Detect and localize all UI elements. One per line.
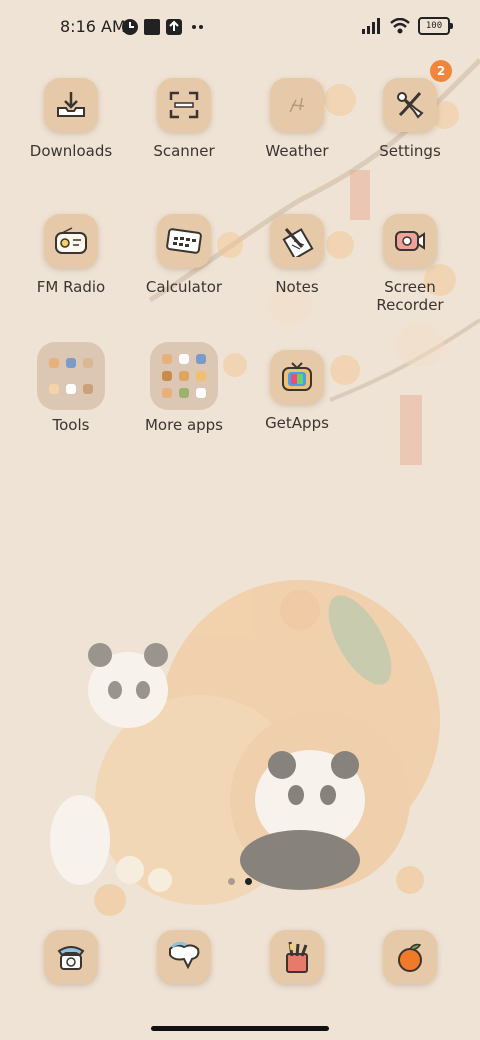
status-bar: 8:16 AM 100 (0, 0, 480, 56)
app-fm-radio[interactable]: FM Radio (15, 214, 127, 296)
orange-fruit-icon (383, 930, 437, 984)
folder-icon (37, 342, 105, 410)
folder-tools[interactable]: Tools (15, 342, 127, 434)
scan-frame-icon (157, 78, 211, 132)
app-scanner[interactable]: Scanner (128, 78, 240, 160)
notes-pen-icon (270, 214, 324, 268)
app-label: Scanner (153, 142, 215, 160)
battery-icon: 100 (418, 17, 453, 35)
app-getapps[interactable]: GetApps (241, 350, 353, 432)
app-label: Calculator (145, 278, 223, 296)
folder-more-apps[interactable]: More apps (128, 342, 240, 434)
page-dot[interactable] (228, 878, 235, 885)
dock-orange[interactable] (354, 930, 466, 984)
app-screen-recorder[interactable]: Screen Recorder (354, 214, 466, 314)
notification-badge: 2 (430, 60, 452, 82)
messages-icon (157, 930, 211, 984)
folder-label: More apps (144, 416, 223, 434)
app-label: GetApps (265, 414, 329, 432)
radio-icon (44, 214, 98, 268)
app-label: Downloads (29, 142, 113, 160)
more-dots-icon (192, 25, 203, 29)
square-notification-icon (144, 19, 160, 35)
signal-icon (362, 18, 380, 34)
app-calculator[interactable]: Calculator (128, 214, 240, 296)
status-time: 8:16 AM (60, 17, 126, 36)
pencil-cup-icon (270, 930, 324, 984)
app-downloads[interactable]: Downloads (15, 78, 127, 160)
dock-pencil-cup[interactable] (241, 930, 353, 984)
wifi-icon (390, 18, 410, 34)
gesture-navigation-bar[interactable] (151, 1026, 329, 1031)
dock-messages[interactable] (128, 930, 240, 984)
app-label: Notes (275, 278, 319, 296)
page-dot-active[interactable] (245, 878, 252, 885)
dock-phone[interactable] (15, 930, 127, 984)
calculator-icon (157, 214, 211, 268)
folder-label: Tools (52, 416, 90, 434)
getapps-tv-icon (270, 350, 324, 404)
app-notes[interactable]: Notes (241, 214, 353, 296)
app-label: Settings (379, 142, 441, 160)
app-weather[interactable]: Weather (241, 78, 353, 160)
wrench-tools-icon (383, 78, 437, 132)
app-label: Weather (265, 142, 329, 160)
upload-notification-icon (166, 19, 182, 35)
download-tray-icon (44, 78, 98, 132)
app-label: Screen Recorder (376, 278, 444, 314)
page-indicator[interactable] (228, 878, 252, 885)
folder-icon (150, 342, 218, 410)
app-status-icon (122, 19, 138, 35)
app-settings[interactable]: Settings (354, 78, 466, 160)
phone-icon (44, 930, 98, 984)
screen-recorder-icon (383, 214, 437, 268)
app-label: FM Radio (36, 278, 106, 296)
weather-sketch-icon (270, 78, 324, 132)
